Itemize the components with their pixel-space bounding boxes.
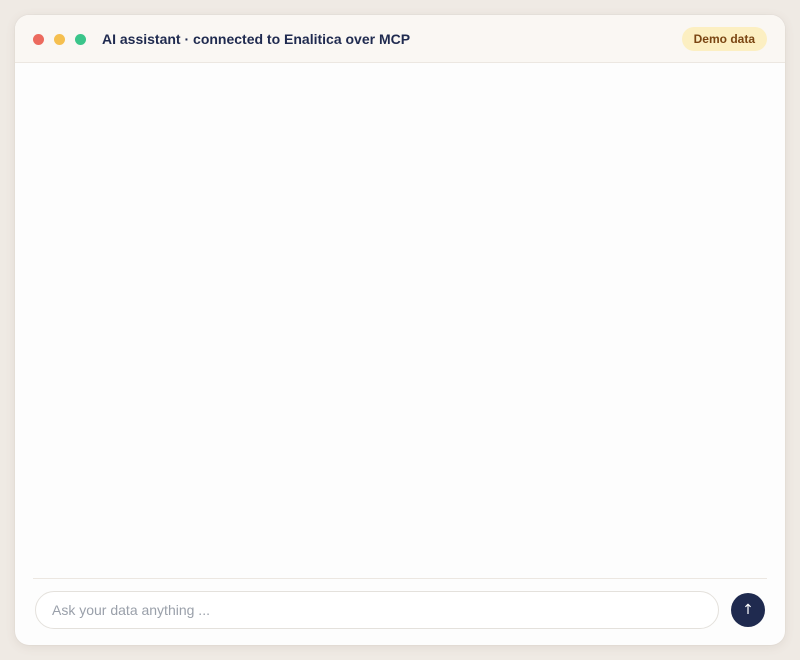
send-button[interactable]: ↑ <box>731 593 765 627</box>
title-bar: AI assistant · connected to Enalitica ov… <box>15 15 785 63</box>
composer: ↑ <box>33 578 767 645</box>
maximize-window-button[interactable] <box>75 34 86 45</box>
demo-data-badge: Demo data <box>681 27 767 51</box>
window-title: AI assistant · connected to Enalitica ov… <box>102 31 411 47</box>
close-window-button[interactable] <box>33 34 44 45</box>
chat-input[interactable] <box>35 591 719 629</box>
arrow-up-icon: ↑ <box>742 602 754 618</box>
assistant-window: AI assistant · connected to Enalitica ov… <box>15 15 785 645</box>
minimize-window-button[interactable] <box>54 34 65 45</box>
message-list <box>15 63 785 578</box>
